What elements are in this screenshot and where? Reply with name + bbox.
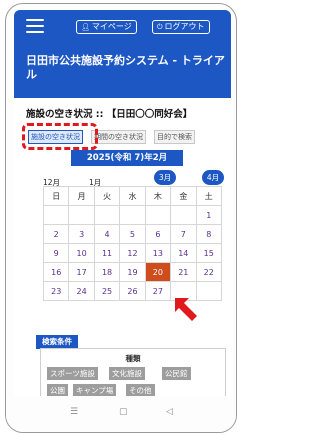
chip-other[interactable]: その他 (126, 384, 155, 396)
calendar-empty-cell (144, 205, 172, 225)
pointer-arrow-icon (175, 298, 197, 321)
calendar-day[interactable]: 14 (170, 243, 197, 263)
calendar-empty-cell (42, 205, 70, 225)
calendar-week-row: 2345678 (42, 224, 223, 244)
calendar-day[interactable]: 2 (42, 224, 70, 244)
screen: 👤︎ マイページ ⏻ ログアウト 日田市公共施設予約システム - トライアル 施設の… (14, 10, 231, 396)
calendar-empty-cell (93, 205, 121, 225)
calendar-day[interactable]: 7 (170, 224, 197, 244)
phone-frame: 👤︎ マイページ ⏻ ログアウト 日田市公共施設予約システム - トライアル 施設の… (5, 3, 237, 433)
logout-label: ログアウト (164, 22, 205, 31)
calendar-day[interactable]: 27 (144, 281, 172, 301)
calendar-day[interactable]: 23 (42, 281, 70, 301)
hamburger-menu-icon[interactable] (26, 19, 44, 33)
tab-period-availability[interactable]: 期間の空き状況 (91, 130, 146, 144)
menu-icon[interactable]: ☰ (70, 407, 78, 417)
calendar-empty-cell (68, 205, 95, 225)
calendar-day[interactable]: 24 (68, 281, 95, 301)
search-panel: 種類 スポーツ施設 文化施設 公民館 公園 キャンプ場 その他 (40, 348, 226, 396)
calendar-day[interactable]: 1 (195, 205, 223, 225)
calendar-day[interactable]: 10 (68, 243, 95, 263)
calendar-day[interactable]: 15 (195, 243, 223, 263)
calendar-day[interactable]: 5 (119, 224, 146, 244)
person-icon: 👤︎ (81, 23, 90, 31)
calendar-week-row: 9 10 11 12 13 14 15 (42, 243, 223, 263)
chip-sports[interactable]: スポーツ施設 (47, 367, 98, 380)
chip-culture[interactable]: 文化施設 (109, 367, 145, 380)
calendar-day[interactable]: 17 (68, 262, 95, 282)
highlight-annotation (22, 123, 98, 150)
mypage-label: マイページ (91, 22, 132, 31)
prev-month-badge[interactable]: 3月 (154, 170, 176, 185)
weekday-header: 木 (144, 186, 172, 206)
calendar-day[interactable]: 16 (42, 262, 70, 282)
calendar-week-row: 1 (42, 205, 223, 225)
calendar-day[interactable]: 25 (93, 281, 121, 301)
power-icon: ⏻ (157, 23, 163, 31)
calendar-day[interactable]: 21 (170, 262, 197, 282)
weekday-header: 日 (42, 186, 70, 206)
calendar-day[interactable]: 13 (144, 243, 172, 263)
calendar-week-row: 16 17 18 19 20 21 22 (42, 262, 223, 282)
weekday-header: 土 (195, 186, 223, 206)
calendar-day[interactable]: 11 (93, 243, 121, 263)
calendar-empty-cell (170, 205, 197, 225)
calendar-day[interactable]: 19 (119, 262, 146, 282)
weekday-header: 金 (170, 186, 197, 206)
weekday-header: 火 (93, 186, 121, 206)
weekday-header: 水 (119, 186, 146, 206)
search-conditions-button[interactable]: 検索条件 (36, 335, 78, 349)
next-month-badge[interactable]: 4月 (202, 170, 224, 185)
tab-search-by-purpose[interactable]: 目的で検索 (154, 130, 195, 144)
page-title: 施設の空き状況 :: 【日田〇〇同好会】 (26, 109, 193, 120)
calendar-day[interactable]: 26 (119, 281, 146, 301)
calendar-empty-cell (119, 205, 146, 225)
home-icon[interactable]: ▢ (119, 407, 128, 417)
calendar-empty-cell (195, 281, 223, 301)
calendar-day[interactable]: 22 (195, 262, 223, 282)
mypage-button[interactable]: 👤︎ マイページ (76, 20, 137, 34)
calendar-day[interactable]: 18 (93, 262, 121, 282)
chip-community-hall[interactable]: 公民館 (162, 367, 191, 380)
weekday-header: 月 (68, 186, 95, 206)
month-title: 2025(令和 7)年2月 (71, 150, 183, 166)
logout-button[interactable]: ⏻ ログアウト (152, 20, 210, 34)
calendar-day[interactable]: 4 (93, 224, 121, 244)
calendar-day[interactable]: 6 (144, 224, 172, 244)
calendar-day[interactable]: 12 (119, 243, 146, 263)
calendar-day-selected[interactable]: 20 (144, 262, 172, 282)
calendar-day[interactable]: 8 (195, 224, 223, 244)
calendar-day[interactable]: 3 (68, 224, 95, 244)
calendar-table: 日 月 火 水 木 金 土 1 2 3 4 5 6 7 8 9 10 11 12 13 14 15 16 17 1… (42, 186, 223, 301)
chip-park[interactable]: 公園 (47, 384, 68, 396)
panel-heading: 種類 (125, 354, 141, 363)
calendar-day[interactable]: 9 (42, 243, 70, 263)
app-title: 日田市公共施設予約システム - トライアル (26, 54, 225, 81)
weekday-row: 日 月 火 水 木 金 土 (42, 186, 223, 206)
android-nav-bar: ☰ ▢ ◁ (6, 396, 236, 432)
chip-campsite[interactable]: キャンプ場 (73, 384, 117, 396)
app-header: 👤︎ マイページ ⏻ ログアウト 日田市公共施設予約システム - トライアル (14, 10, 231, 98)
back-icon[interactable]: ◁ (166, 407, 173, 417)
